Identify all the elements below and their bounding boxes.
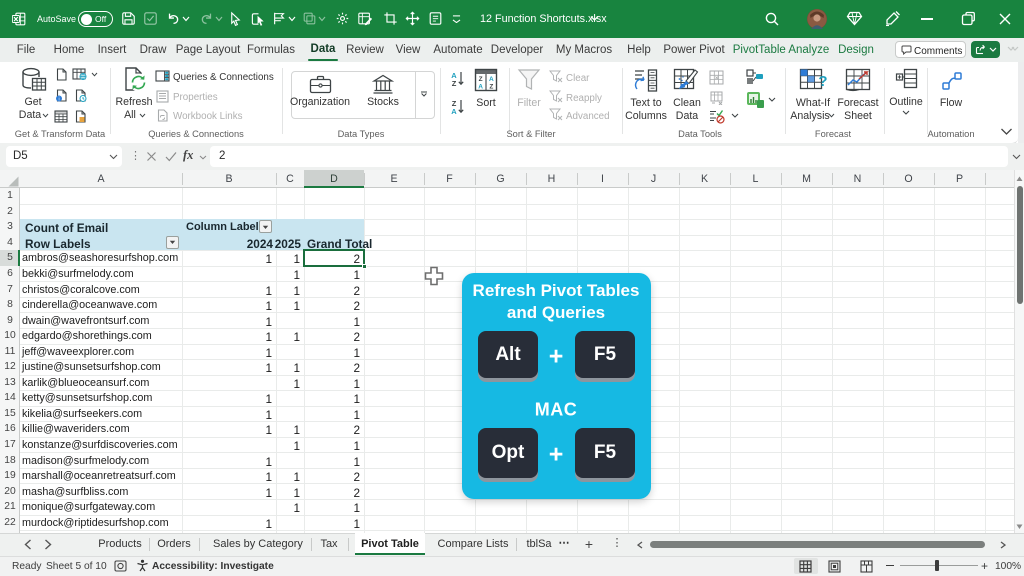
svg-text:A: A	[478, 84, 483, 91]
svg-text:Z: Z	[479, 76, 483, 83]
svg-text:?: ?	[818, 73, 827, 90]
svg-text:i: i	[58, 96, 59, 102]
svg-text:A: A	[489, 76, 494, 83]
svg-text:Z: Z	[452, 79, 457, 87]
svg-text:A: A	[451, 107, 457, 115]
svg-text:Z: Z	[489, 84, 493, 91]
